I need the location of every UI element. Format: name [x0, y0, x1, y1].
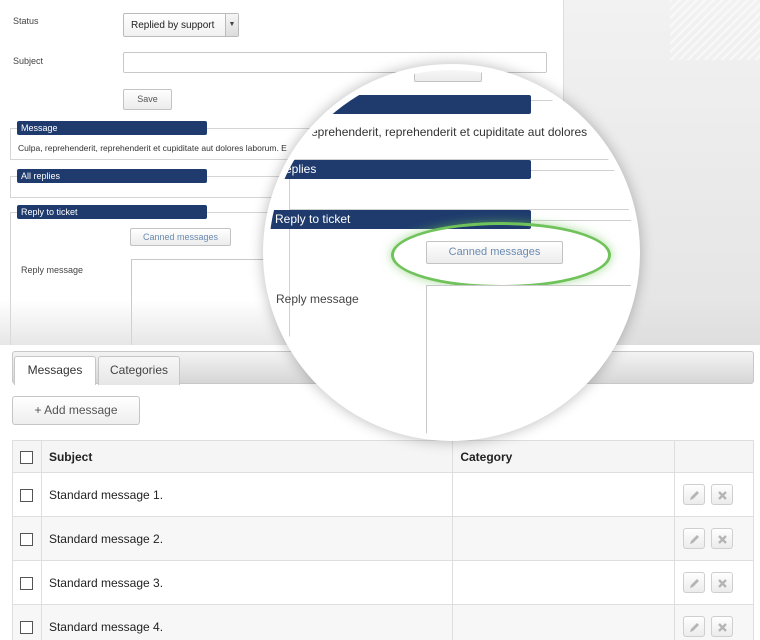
row-actions: [674, 516, 754, 561]
row-category: [452, 560, 676, 605]
table-row: Standard message 4.: [12, 604, 754, 640]
canned-messages-button[interactable]: Canned messages: [130, 228, 231, 246]
chevron-down-icon: ▼: [225, 14, 238, 36]
save-button[interactable]: Save: [123, 89, 172, 110]
mag-reply-message-label: Reply message: [276, 292, 359, 306]
delete-button[interactable]: [711, 484, 733, 505]
mag-message-legend: [269, 95, 531, 114]
row-checkbox-cell: [12, 560, 42, 605]
edit-button[interactable]: [682, 572, 705, 593]
reply-legend: Reply to ticket: [17, 205, 207, 219]
edit-button[interactable]: [682, 484, 705, 505]
message-legend: Message: [17, 121, 207, 135]
close-icon: [718, 491, 727, 500]
pencil-icon: [689, 623, 699, 632]
close-icon: [718, 535, 727, 544]
highlight-ellipse: [391, 222, 611, 288]
row-subject: Standard message 4.: [40, 604, 454, 640]
magnifier-zoom: eprehenderit, reprehenderit et cupiditat…: [263, 64, 640, 441]
tab-categories[interactable]: Categories: [98, 356, 180, 385]
row-actions: [674, 560, 754, 605]
table-header-row: Subject Category: [12, 440, 754, 473]
row-category: [452, 472, 676, 517]
row-checkbox-cell: [12, 516, 42, 561]
delete-button[interactable]: [711, 616, 733, 637]
select-all-checkbox[interactable]: [20, 450, 34, 464]
tab-messages[interactable]: Messages: [14, 356, 96, 385]
close-icon: [718, 623, 727, 632]
row-subject: Standard message 1.: [40, 472, 454, 517]
messages-table: Subject Category Standard message 1. Sta…: [12, 440, 754, 640]
row-actions: [674, 472, 754, 517]
row-checkbox[interactable]: [20, 532, 34, 546]
mag-message-text: eprehenderit, reprehenderit et cupiditat…: [311, 125, 588, 139]
mag-reply-textarea: [426, 285, 634, 435]
row-checkbox-cell: [12, 604, 42, 640]
status-label: Status: [13, 16, 39, 26]
close-icon: [718, 579, 727, 588]
row-subject: Standard message 2.: [40, 516, 454, 561]
status-select[interactable]: Replied by support ▼: [123, 13, 239, 37]
mag-save-button: [414, 70, 482, 82]
row-checkbox[interactable]: [20, 620, 34, 634]
pencil-icon: [689, 491, 699, 500]
row-category: [452, 604, 676, 640]
row-checkbox-cell: [12, 472, 42, 517]
row-checkbox[interactable]: [20, 576, 34, 590]
table-row: Standard message 3.: [12, 560, 754, 605]
header-subject[interactable]: Subject: [40, 440, 454, 473]
pencil-icon: [689, 535, 699, 544]
add-message-button[interactable]: + Add message: [12, 396, 140, 425]
select-all-cell: [12, 440, 42, 473]
edit-button[interactable]: [682, 528, 705, 549]
header-category[interactable]: Category: [452, 440, 676, 473]
table-row: Standard message 1.: [12, 472, 754, 517]
all-replies-legend: All replies: [17, 169, 207, 183]
row-checkbox[interactable]: [20, 488, 34, 502]
pencil-icon: [689, 579, 699, 588]
message-text: Culpa, reprehenderit, reprehenderit et c…: [18, 143, 287, 153]
subject-label: Subject: [13, 56, 44, 66]
delete-button[interactable]: [711, 572, 733, 593]
edit-button[interactable]: [682, 616, 705, 637]
reply-message-label: Reply message: [21, 265, 84, 275]
row-actions: [674, 604, 754, 640]
delete-button[interactable]: [711, 528, 733, 549]
table-row: Standard message 2.: [12, 516, 754, 561]
status-select-value: Replied by support: [131, 20, 215, 31]
row-subject: Standard message 3.: [40, 560, 454, 605]
header-actions: [674, 440, 754, 473]
mag-all-replies-legend: l replies: [269, 160, 531, 179]
row-category: [452, 516, 676, 561]
